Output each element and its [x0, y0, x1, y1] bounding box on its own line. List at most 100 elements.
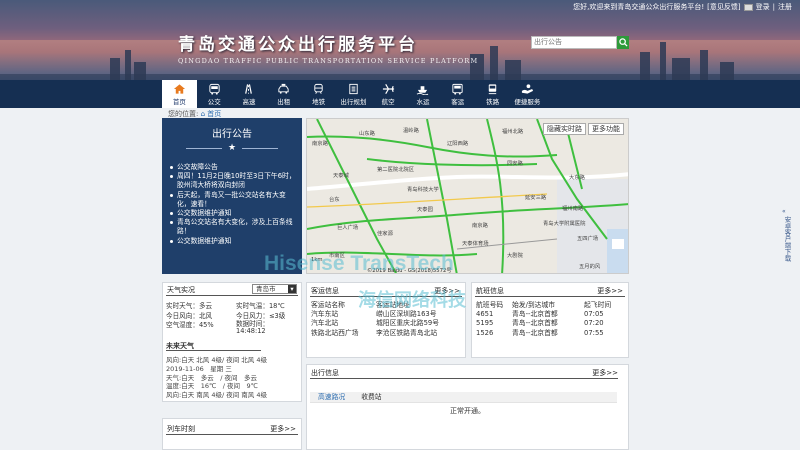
nav-aviation[interactable]: 航空	[371, 80, 406, 108]
train-title: 列车时刻	[167, 425, 195, 433]
travel-notice-panel: 出行公告 ★ 公交故障公告 周四！11月2日晚10时至3日下午6时，胶州湾大桥将…	[162, 118, 302, 274]
weather-live-item: 空气湿度：45%	[166, 321, 214, 329]
flight-header: 始发/到达城市	[512, 301, 556, 309]
notice-divider: ★	[162, 143, 302, 153]
nav-taxi[interactable]: 出租	[266, 80, 301, 108]
search-input[interactable]	[531, 36, 617, 49]
flight-header: 起飞时间	[584, 301, 612, 309]
map-label: 青岛科技大学	[407, 187, 439, 193]
service-icon	[521, 83, 533, 94]
nav-label: 出行规划	[340, 97, 367, 106]
notice-item[interactable]: 周四！11月2日晚10时至3日下午6时，胶州湾大桥将双向封闭	[168, 172, 296, 190]
travel-tabs: 高速路况 收费站	[310, 392, 617, 403]
map-label: 延安三路	[525, 195, 547, 201]
nav-label: 公交	[207, 97, 221, 106]
plan-icon	[349, 83, 358, 94]
traffic-map[interactable]: 隐藏实时路 更多功能 南京路 山东路 温岭路 福州北路 辽阳西路 第二医院北院区…	[306, 118, 629, 274]
coach-title: 客运信息	[311, 287, 339, 295]
nav-railway[interactable]: 铁路	[475, 80, 510, 108]
tab-highway-conditions[interactable]: 高速路况	[310, 392, 353, 402]
nav-coach[interactable]: 客运	[440, 80, 475, 108]
breadcrumb-home-link[interactable]: 首页	[207, 110, 221, 118]
page: 您好,欢迎来到青岛交通公众出行服务平台! [意见反馈] 登录 | 注册 青岛交通…	[0, 0, 800, 450]
login-link[interactable]: 登录	[756, 2, 770, 12]
map-label: 五四广场	[577, 236, 599, 242]
chevron-down-icon: ▾	[288, 285, 296, 293]
greeting-text: 您好,欢迎来到青岛交通公众出行服务平台!	[573, 3, 705, 11]
city-select-value: 青岛市	[256, 285, 276, 293]
map-label: 大剧院	[507, 253, 523, 259]
future-weather-line: 风向:白天 南风 4级/ 夜间 南风 4级	[166, 391, 267, 400]
city-select[interactable]: 青岛市 ▾	[252, 284, 297, 294]
table-row[interactable]: 1526 青岛--北京首都 07:55	[476, 329, 611, 338]
register-link[interactable]: 注册	[778, 2, 792, 12]
train-more-link[interactable]: 更多>>	[270, 424, 296, 434]
main-nav: 首页 公交 高速 出租 地铁 出行规划 航空 水运 客运 铁路 便捷服务	[0, 80, 800, 108]
travel-title: 出行信息	[311, 369, 339, 377]
map-label: 佳家源	[377, 231, 393, 237]
weather-panel: 天气实况 青岛市 ▾ 实时天气：多云 实时气温：18℃ 今日风向：北风 今日风力：≤…	[162, 282, 302, 402]
bus-icon	[209, 83, 220, 95]
coach-station: 铁路北站西广场	[311, 328, 359, 337]
table-row[interactable]: 5195 青岛--北京首都 07:20	[476, 319, 611, 328]
train-schedule-panel: 列车时刻 更多>>	[162, 418, 302, 450]
flight-time: 07:20	[584, 319, 604, 328]
notice-item[interactable]: 青岛公交站名有大变化，涉及上百条线路！	[168, 218, 296, 236]
topbar-separator: |	[772, 3, 775, 11]
map-label: 天泰园	[417, 207, 433, 213]
hide-traffic-button[interactable]: 隐藏实时路	[543, 123, 586, 135]
map-label: 巨人广场	[337, 225, 359, 231]
notice-list: 公交故障公告 周四！11月2日晚10时至3日下午6时，胶州湾大桥将双向封闭 后天…	[168, 163, 296, 246]
nav-label: 航空	[381, 97, 395, 106]
notice-item[interactable]: 后天起，青岛又一批公交站名有大变化，速看！	[168, 191, 296, 209]
watermark-cn: 海信网络科技	[358, 290, 466, 310]
home-small-icon: ⌂	[200, 110, 206, 118]
nav-water[interactable]: 水运	[406, 80, 441, 108]
table-row[interactable]: 铁路北站西广场 李沧区铁路青岛北站	[311, 329, 439, 338]
header-banner: 您好,欢迎来到青岛交通公众出行服务平台! [意见反馈] 登录 | 注册 青岛交通…	[0, 0, 800, 80]
flight-title: 航班信息	[476, 287, 504, 295]
nav-convenience[interactable]: 便捷服务	[510, 80, 545, 108]
table-row[interactable]: 汽车北站 城阳区重庆北路59号	[311, 319, 439, 328]
flight-more-link[interactable]: 更多>>	[597, 286, 623, 296]
nav-highway[interactable]: 高速	[232, 80, 267, 108]
nav-subway[interactable]: 地铁	[301, 80, 336, 108]
notice-item[interactable]: 公交数据维护通知	[168, 209, 296, 218]
map-label: 天泰城	[333, 173, 349, 179]
notice-item[interactable]: 公交故障公告	[168, 163, 296, 172]
weather-live-item: 实时天气：多云	[166, 302, 213, 310]
coach-icon	[452, 83, 463, 95]
nav-home[interactable]: 首页	[162, 80, 197, 108]
nav-trip-plan[interactable]: 出行规划	[336, 80, 371, 108]
notice-item[interactable]: 公交数据维护通知	[168, 237, 296, 246]
flight-route: 青岛--北京首都	[512, 328, 558, 337]
search-button[interactable]	[617, 36, 629, 49]
nav-label: 铁路	[486, 97, 500, 106]
android-download-link[interactable]: 安卓客户端下载	[782, 216, 792, 262]
nav-bus[interactable]: 公交	[197, 80, 232, 108]
flight-number: 4651	[476, 310, 494, 319]
map-label: 五月的风	[579, 264, 601, 270]
travel-more-link[interactable]: 更多>>	[592, 368, 618, 378]
search-icon	[618, 38, 628, 47]
tab-toll-stations[interactable]: 收费站	[353, 392, 389, 402]
breadcrumb-prefix: 您的位置:	[168, 110, 199, 118]
future-weather-line: 温度:白天 16℃ / 夜间 9℃	[166, 382, 258, 391]
flight-number: 1526	[476, 328, 494, 337]
site-brand: 青岛交通公众出行服务平台 QINGDAO TRAFFIC PUBLIC TRAN…	[178, 30, 478, 65]
star-icon: ★	[227, 143, 237, 153]
weather-live-item: 今日风向：北风	[166, 311, 213, 320]
watermark-brand: Hisense TransTech	[264, 252, 454, 275]
nav-label: 高速	[242, 97, 256, 106]
more-functions-button[interactable]: 更多功能	[588, 123, 624, 135]
future-weather-line: 2019-11-06 星期 三	[166, 364, 232, 373]
site-subtitle: QINGDAO TRAFFIC PUBLIC TRANSPORTATION SE…	[178, 57, 479, 65]
weather-title: 天气实况	[167, 286, 195, 294]
flight-route: 青岛--北京首都	[512, 319, 558, 328]
nav-label: 地铁	[312, 97, 326, 106]
feedback-link[interactable]: [意见反馈]	[707, 2, 740, 12]
flight-time: 07:05	[584, 310, 604, 319]
highway-icon	[245, 83, 253, 94]
nav-label: 出租	[277, 97, 291, 106]
map-label: 天泰体育场	[462, 241, 489, 247]
